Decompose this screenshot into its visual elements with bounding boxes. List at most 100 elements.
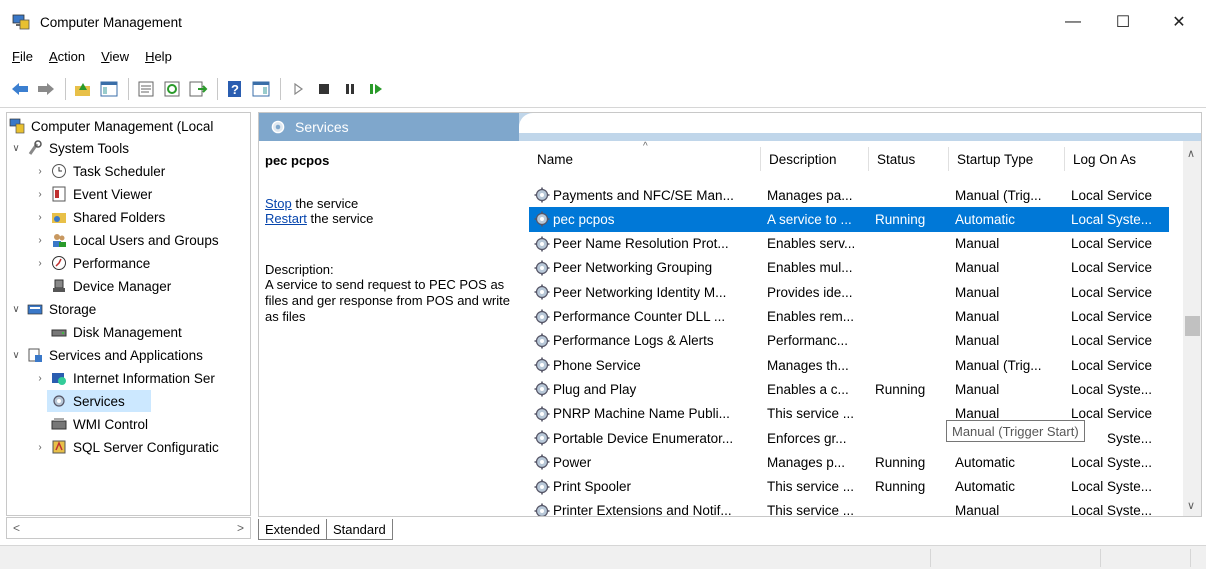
service-logon-cell: Local Syste... [1071, 454, 1153, 470]
table-row[interactable]: Print Spooler This service ... Running Auto… [529, 475, 1169, 499]
tree-item-services[interactable]: Services [47, 390, 151, 412]
properties-button[interactable] [134, 77, 158, 101]
chevron-down-icon[interactable]: ∨ [9, 304, 23, 315]
service-description-cell: Manages th... [767, 357, 849, 373]
service-status-cell [875, 499, 955, 516]
forward-button[interactable] [34, 77, 58, 101]
table-row[interactable]: Peer Name Resolution Prot... Enables serv… [529, 232, 1169, 256]
minimize-icon: — [1065, 13, 1081, 30]
tree-item-shared-folders[interactable]: › Shared Folders [33, 206, 165, 228]
service-description-cell: Enforces gr... [767, 430, 847, 446]
refresh-icon [164, 81, 180, 96]
tab-extended[interactable]: Extended [258, 519, 327, 540]
table-row[interactable]: Peer Networking Grouping Enables mul... Ma… [529, 256, 1169, 280]
tree-item-wmi-control[interactable]: WMI Control [47, 413, 148, 435]
device-manager-icon [53, 279, 65, 292]
show-hide-console-tree-button[interactable] [97, 77, 121, 101]
tree-item-task-scheduler[interactable]: › Task Scheduler [33, 160, 165, 182]
scroll-up-icon[interactable]: ∧ [1187, 147, 1195, 160]
chevron-right-icon[interactable]: › [33, 212, 47, 223]
service-name-cell: Phone Service [529, 353, 761, 377]
tree-item-device-manager[interactable]: Device Manager [47, 275, 171, 297]
play-icon [294, 82, 304, 95]
scroll-left-icon[interactable]: < [13, 521, 20, 535]
action-pane-icon [252, 81, 270, 96]
chevron-right-icon[interactable]: › [33, 235, 47, 246]
service-name-cell: Plug and Play [529, 377, 761, 401]
tree-item-system-tools[interactable]: ∨ System Tools [9, 137, 129, 159]
chevron-right-icon[interactable]: › [33, 373, 47, 384]
stop-link-suffix: the service [291, 196, 359, 211]
tree-item-disk-management[interactable]: Disk Management [47, 321, 182, 343]
table-row[interactable]: pec pcpos A service to ... Running Automati… [529, 207, 1169, 232]
tree-label: Local Users and Groups [73, 232, 219, 248]
export-list-button[interactable] [186, 77, 210, 101]
help-button[interactable]: ? [223, 77, 247, 101]
maximize-button[interactable]: ☐ [1108, 10, 1138, 34]
table-row[interactable]: Peer Networking Identity M... Provides id… [529, 280, 1169, 304]
stop-service-button[interactable] [312, 77, 336, 101]
restart-link-suffix: the service [306, 211, 374, 226]
tab-standard[interactable]: Standard [326, 519, 393, 540]
stop-icon [319, 83, 329, 94]
menu-action[interactable]: Action [41, 49, 93, 64]
column-header-status[interactable]: Status [869, 147, 949, 171]
chevron-right-icon[interactable]: › [33, 258, 47, 269]
show-action-pane-button[interactable] [249, 77, 273, 101]
folder-up-icon [75, 82, 90, 96]
service-description-cell: Provides ide... [767, 284, 853, 300]
menu-view[interactable]: View [93, 49, 137, 64]
column-header-startup-type[interactable]: Startup Type [949, 147, 1065, 171]
up-one-level-button[interactable] [71, 77, 95, 101]
tree-item-iis[interactable]: › Internet Information Ser [33, 367, 215, 389]
table-row[interactable]: Performance Logs & Alerts Performanc... Ma… [529, 329, 1169, 353]
close-button[interactable]: ✕ [1164, 10, 1194, 34]
resume-service-button[interactable] [364, 77, 388, 101]
back-button[interactable] [8, 77, 32, 101]
start-service-button[interactable] [286, 77, 310, 101]
service-name-cell: Payments and NFC/SE Man... [529, 183, 761, 207]
table-row[interactable]: Plug and Play Enables a c... Running Manual… [529, 377, 1169, 401]
tree-item-local-users-groups[interactable]: › Local Users and Groups [33, 229, 219, 251]
column-header-log-on-as[interactable]: Log On As [1065, 147, 1169, 171]
table-row[interactable]: Performance Counter DLL ... Enables rem..… [529, 305, 1169, 329]
tree-item-storage[interactable]: ∨ Storage [9, 298, 96, 320]
restart-service-link[interactable]: Restart [265, 211, 307, 226]
chevron-right-icon[interactable]: › [33, 442, 47, 453]
table-row[interactable]: Printer Extensions and Notif... This serv… [529, 499, 1169, 516]
menu-help[interactable]: Help [137, 49, 180, 64]
table-row[interactable]: Power Manages p... Running Automatic Local S… [529, 450, 1169, 474]
table-row[interactable]: Payments and NFC/SE Man... Manages pa... M… [529, 183, 1169, 207]
service-status-cell [875, 256, 955, 280]
stop-service-link[interactable]: Stop [265, 196, 292, 211]
tree-horizontal-scrollbar[interactable]: < > [6, 517, 251, 539]
chevron-right-icon[interactable]: › [33, 189, 47, 200]
resume-icon [370, 83, 382, 94]
menu-file[interactable]: File [4, 49, 41, 64]
chevron-down-icon[interactable]: ∨ [9, 350, 23, 361]
tree-item-computer-management[interactable]: Computer Management (Local [9, 115, 213, 137]
tree-label: Performance [73, 255, 151, 271]
tree-item-performance[interactable]: › Performance [33, 252, 150, 274]
tree-item-sql-server-configuration[interactable]: › SQL Server Configuratic [33, 436, 218, 458]
service-logon-cell: Local Syste... [1071, 211, 1153, 227]
scroll-down-icon[interactable]: ∨ [1187, 499, 1195, 512]
minimize-button[interactable]: — [1058, 10, 1088, 34]
service-logon-cell: Local Service [1071, 333, 1153, 349]
users-icon [53, 234, 66, 247]
toolbar-separator [65, 77, 66, 100]
tree-item-services-and-applications[interactable]: ∨ Services and Applications [9, 344, 203, 366]
tree-item-event-viewer[interactable]: › Event Viewer [33, 183, 152, 205]
scrollbar-thumb[interactable] [1185, 316, 1200, 336]
refresh-button[interactable] [160, 77, 184, 101]
scroll-right-icon[interactable]: > [237, 521, 244, 535]
service-name-cell: Peer Networking Grouping [529, 256, 761, 280]
table-row[interactable]: Phone Service Manages th... Manual (Trig..… [529, 353, 1169, 377]
column-header-description[interactable]: Description [761, 147, 869, 171]
header-decoration [519, 113, 1201, 133]
tree-label: Device Manager [73, 278, 172, 294]
pause-service-button[interactable] [338, 77, 362, 101]
services-vertical-scrollbar[interactable]: ∧ ∨ [1183, 141, 1201, 516]
chevron-down-icon[interactable]: ∨ [9, 143, 23, 154]
chevron-right-icon[interactable]: › [33, 166, 47, 177]
